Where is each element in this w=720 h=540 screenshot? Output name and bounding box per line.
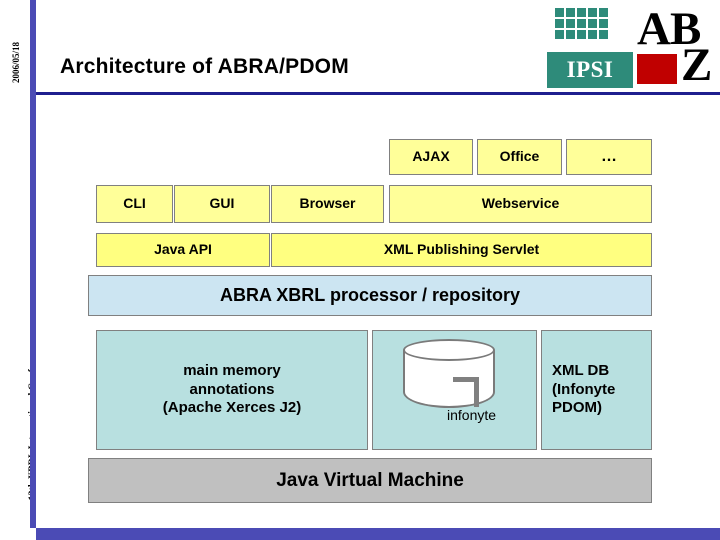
bottom-accent-bar xyxy=(0,528,720,540)
logo-z-text: Z xyxy=(681,39,713,91)
diagram-box-main-memory-label: main memory annotations (Apache Xerces J… xyxy=(162,361,302,417)
cylinder-top-ellipse xyxy=(403,339,495,361)
diagram-box-office: Office xyxy=(477,139,562,175)
diagram-box-java-api: Java API xyxy=(96,233,270,267)
diagram-box-java-virtual-machine: Java Virtual Machine xyxy=(88,458,652,503)
cylinder-hook-shape xyxy=(453,377,479,407)
sidebar-accent-bar xyxy=(30,0,36,540)
diagram-box-database: infonyte xyxy=(372,330,537,450)
diagram-box-xml-db-label: XML DB (Infonyte PDOM) xyxy=(552,361,616,417)
title-divider xyxy=(36,92,720,95)
logo-red-block xyxy=(637,54,677,84)
diagram-box-xml-db: XML DB (Infonyte PDOM) xyxy=(541,330,652,450)
ipsi-logo-box: IPSI xyxy=(547,52,633,88)
page-title: Architecture of ABRA/PDOM xyxy=(60,55,349,78)
infonyte-label: infonyte xyxy=(447,407,497,423)
sidebar-date: 2006/05/18 xyxy=(11,41,21,83)
left-sidebar: 2006/05/18 13th XBRL International Confe… xyxy=(0,0,39,540)
logo-grid-icon xyxy=(555,8,617,48)
diagram-box-gui: GUI xyxy=(174,185,270,223)
diagram-box-cli: CLI xyxy=(96,185,173,223)
diagram-box-ajax: AJAX xyxy=(389,139,473,175)
diagram-box-main-memory: main memory annotations (Apache Xerces J… xyxy=(96,330,368,450)
diagram-box-more-clients: … xyxy=(566,139,652,175)
diagram-box-browser: Browser xyxy=(271,185,384,223)
diagram-box-xml-publishing-servlet: XML Publishing Servlet xyxy=(271,233,652,267)
database-cylinder-icon: infonyte xyxy=(403,339,496,423)
ipsi-logo-text: IPSI xyxy=(566,57,614,82)
diagram-box-webservice: Webservice xyxy=(389,185,652,223)
bottom-bar-left-gap xyxy=(0,528,36,540)
ipsi-abz-logo: IPSI AB Z xyxy=(545,3,720,91)
diagram-box-abra-processor: ABRA XBRL processor / repository xyxy=(88,275,652,316)
